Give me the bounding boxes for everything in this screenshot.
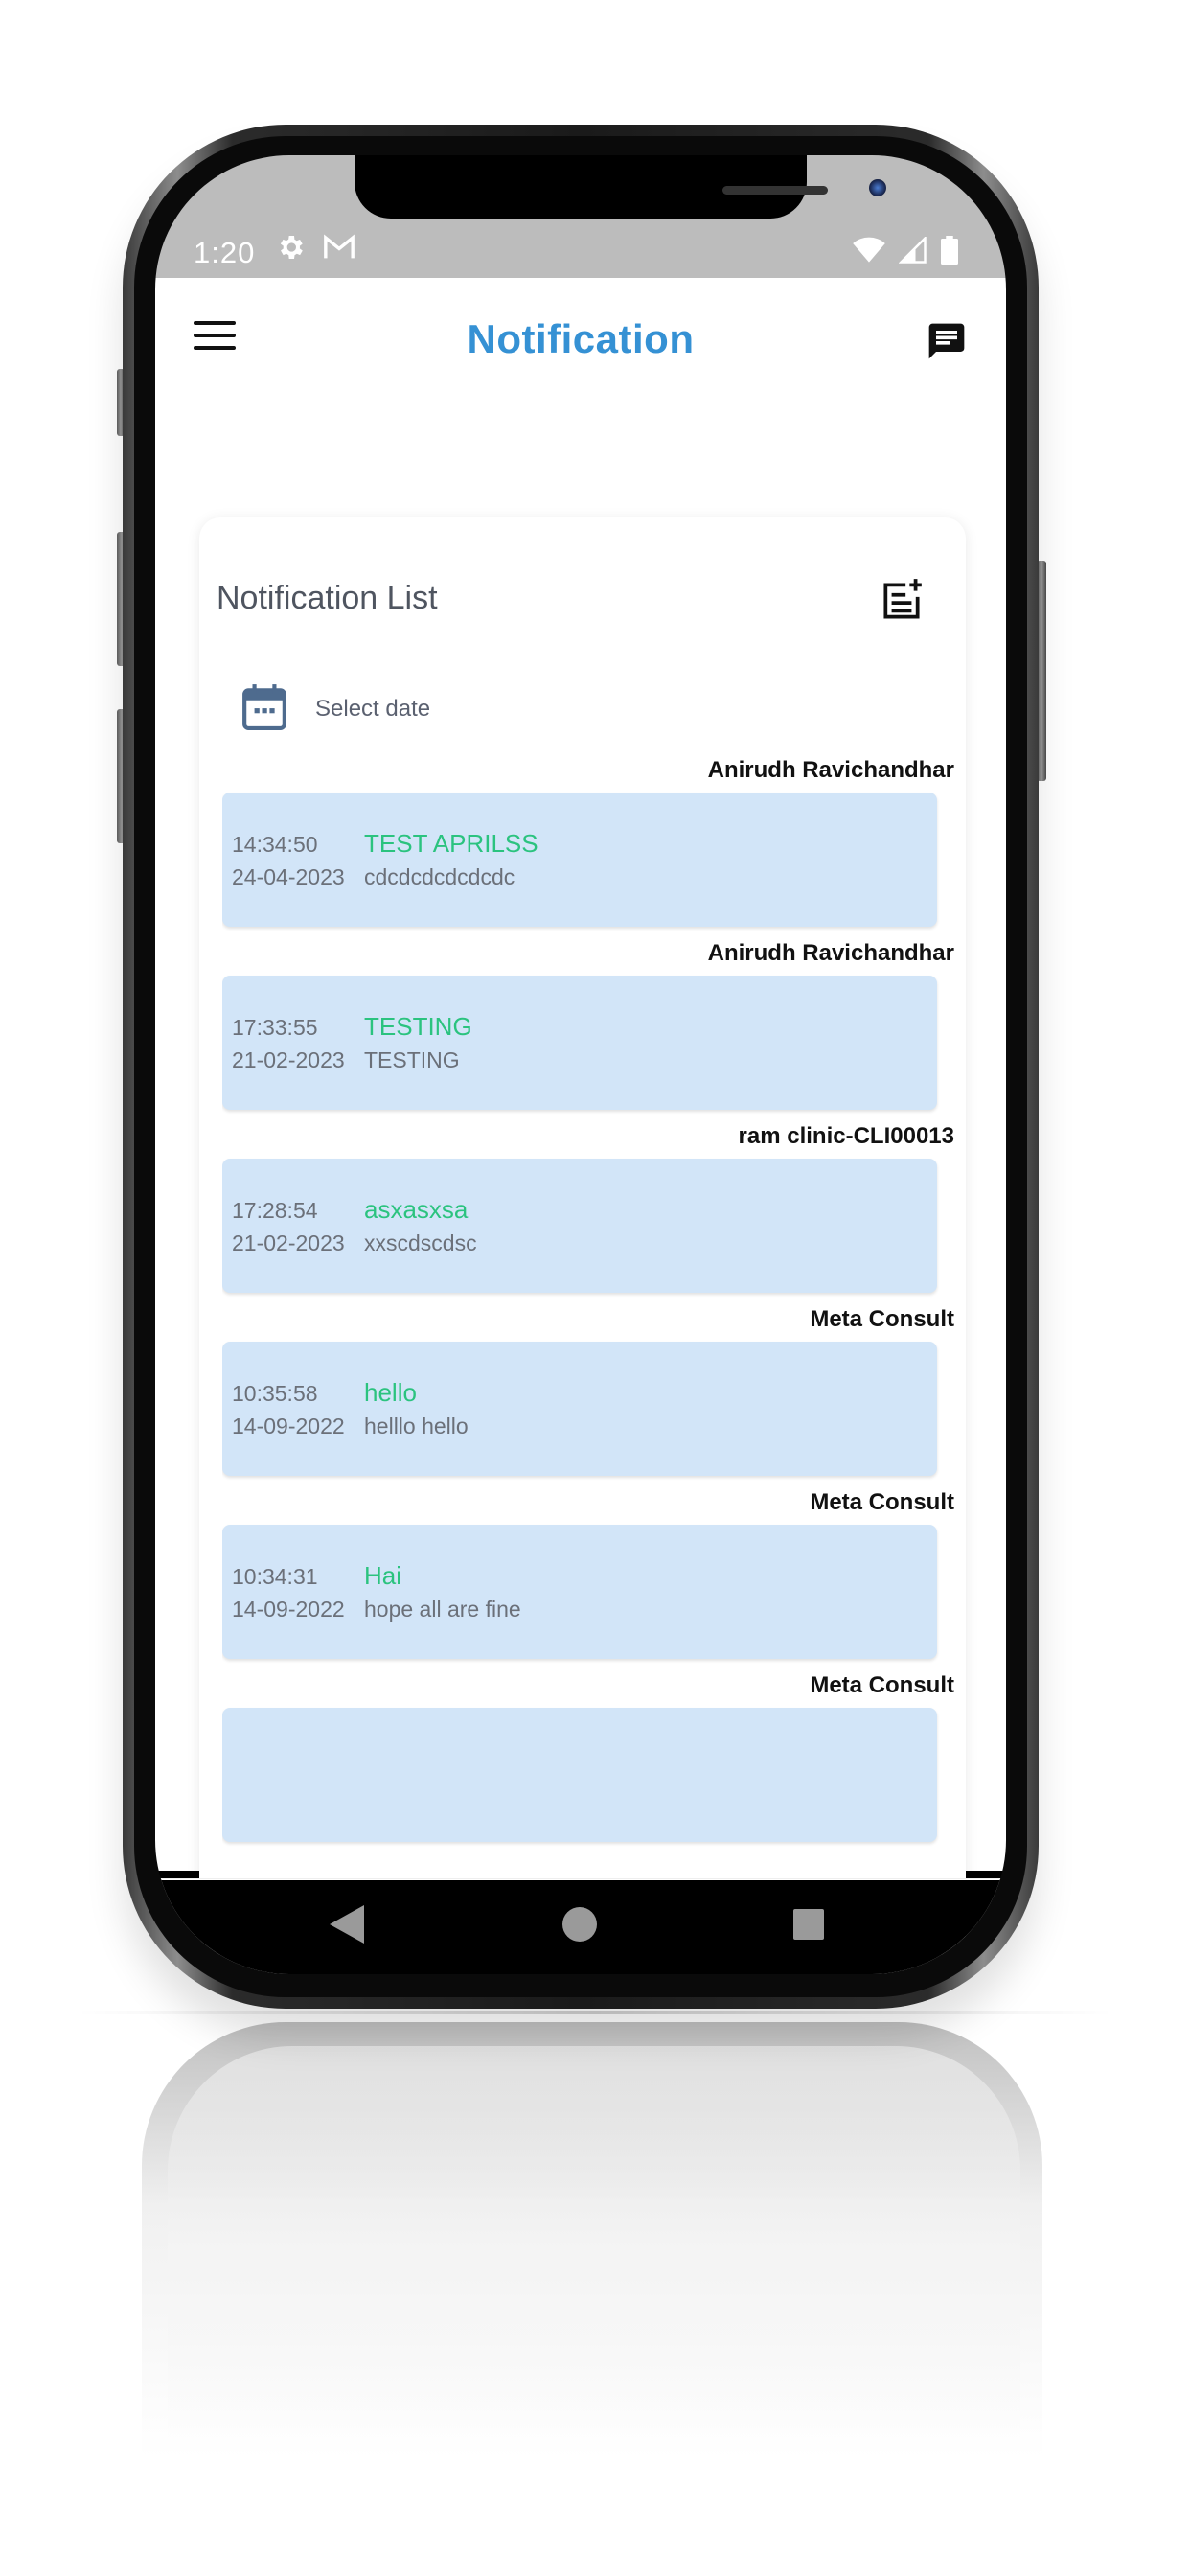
notification-title: TEST APRILSS xyxy=(364,829,538,858)
date-placeholder: Select date xyxy=(315,695,431,722)
notification-item: Anirudh Ravichandhar 17:33:55 21-02-2023… xyxy=(222,935,954,1118)
notification-card: Notification List Select date Anirudh Ra… xyxy=(199,518,966,1955)
notification-sender: Meta Consult xyxy=(810,1672,954,1698)
notification-time: 17:28:54 xyxy=(232,1198,318,1223)
app-bar: Notification xyxy=(155,278,1006,402)
settings-gear-icon xyxy=(275,232,306,267)
phone-reflection-screen xyxy=(168,2046,1020,2449)
notification-date: 21-02-2023 xyxy=(232,1230,345,1255)
notification-bubble[interactable]: 17:33:55 21-02-2023 TESTING TESTING xyxy=(222,976,937,1110)
notification-item: Meta Consult 10:34:31 14-09-2022 Hai hop… xyxy=(222,1484,954,1668)
notification-bubble[interactable]: 10:34:31 14-09-2022 Hai hope all are fin… xyxy=(222,1525,937,1659)
card-title: Notification List xyxy=(217,580,438,616)
floor-shadow xyxy=(77,2011,1113,2014)
date-selector[interactable]: Select date xyxy=(242,682,430,735)
notification-sender: Anirudh Ravichandhar xyxy=(707,757,954,783)
page-title: Notification xyxy=(467,316,695,361)
notification-title: asxasxsa xyxy=(364,1195,469,1224)
notification-item: Meta Consult 10:35:58 14-09-2022 hello h… xyxy=(222,1301,954,1484)
camera-notch xyxy=(355,155,886,218)
phone-screen: 1:20 Notification Notification List Sele… xyxy=(155,155,1006,1974)
notification-title: hello xyxy=(364,1378,417,1407)
notification-date: 14-09-2022 xyxy=(232,1597,345,1622)
notification-message: helllo hello xyxy=(364,1414,469,1438)
notification-sender: Anirudh Ravichandhar xyxy=(707,940,954,966)
notification-message: TESTING xyxy=(364,1047,460,1072)
battery-icon xyxy=(941,236,958,269)
home-circle-icon[interactable] xyxy=(562,1907,597,1942)
calendar-icon xyxy=(242,682,286,735)
notification-time: 14:34:50 xyxy=(232,832,318,857)
back-triangle-icon[interactable] xyxy=(330,1905,364,1948)
status-time: 1:20 xyxy=(194,236,256,269)
notification-item: Anirudh Ravichandhar 14:34:50 24-04-2023… xyxy=(222,752,954,935)
recent-apps-square-icon[interactable] xyxy=(793,1909,824,1940)
notification-bubble[interactable] xyxy=(222,1708,937,1842)
notification-list: Anirudh Ravichandhar 14:34:50 24-04-2023… xyxy=(222,752,954,1902)
notification-bubble[interactable]: 10:35:58 14-09-2022 hello helllo hello xyxy=(222,1342,937,1476)
notification-date: 21-02-2023 xyxy=(232,1047,345,1072)
earpiece-speaker xyxy=(722,186,828,195)
front-camera xyxy=(869,179,886,196)
notification-message: cdcdcdcdcdcdc xyxy=(364,864,515,889)
notification-date: 24-04-2023 xyxy=(232,864,345,889)
notification-sender: Meta Consult xyxy=(810,1489,954,1515)
notification-time: 10:34:31 xyxy=(232,1564,318,1589)
notification-time: 10:35:58 xyxy=(232,1381,318,1406)
gmail-icon xyxy=(323,233,355,266)
notification-message: xxscdscdsc xyxy=(364,1230,477,1255)
app-content: Notification Notification List Select da… xyxy=(155,278,1006,1974)
notification-time: 17:33:55 xyxy=(232,1015,318,1040)
notification-bubble[interactable]: 17:28:54 21-02-2023 asxasxsa xxscdscdsc xyxy=(222,1159,937,1293)
notification-sender: ram clinic-CLI00013 xyxy=(738,1123,954,1149)
notification-item: Meta Consult xyxy=(222,1668,954,1851)
notification-title: TESTING xyxy=(364,1012,472,1041)
mockup-stage: 1:20 Notification Notification List Sele… xyxy=(0,0,1190,2576)
notification-bubble[interactable]: 14:34:50 24-04-2023 TEST APRILSS cdcdcdc… xyxy=(222,793,937,927)
notification-title: Hai xyxy=(364,1561,402,1590)
system-navigation-bar xyxy=(155,1880,1006,1974)
notification-item: ram clinic-CLI00013 17:28:54 21-02-2023 … xyxy=(222,1118,954,1301)
cell-signal-icon xyxy=(898,235,927,268)
notification-message: hope all are fine xyxy=(364,1597,521,1622)
notification-sender: Meta Consult xyxy=(810,1306,954,1332)
chat-message-icon[interactable] xyxy=(926,320,968,362)
wifi-icon xyxy=(853,237,885,268)
notification-date: 14-09-2022 xyxy=(232,1414,345,1438)
add-notification-icon[interactable] xyxy=(878,577,926,625)
